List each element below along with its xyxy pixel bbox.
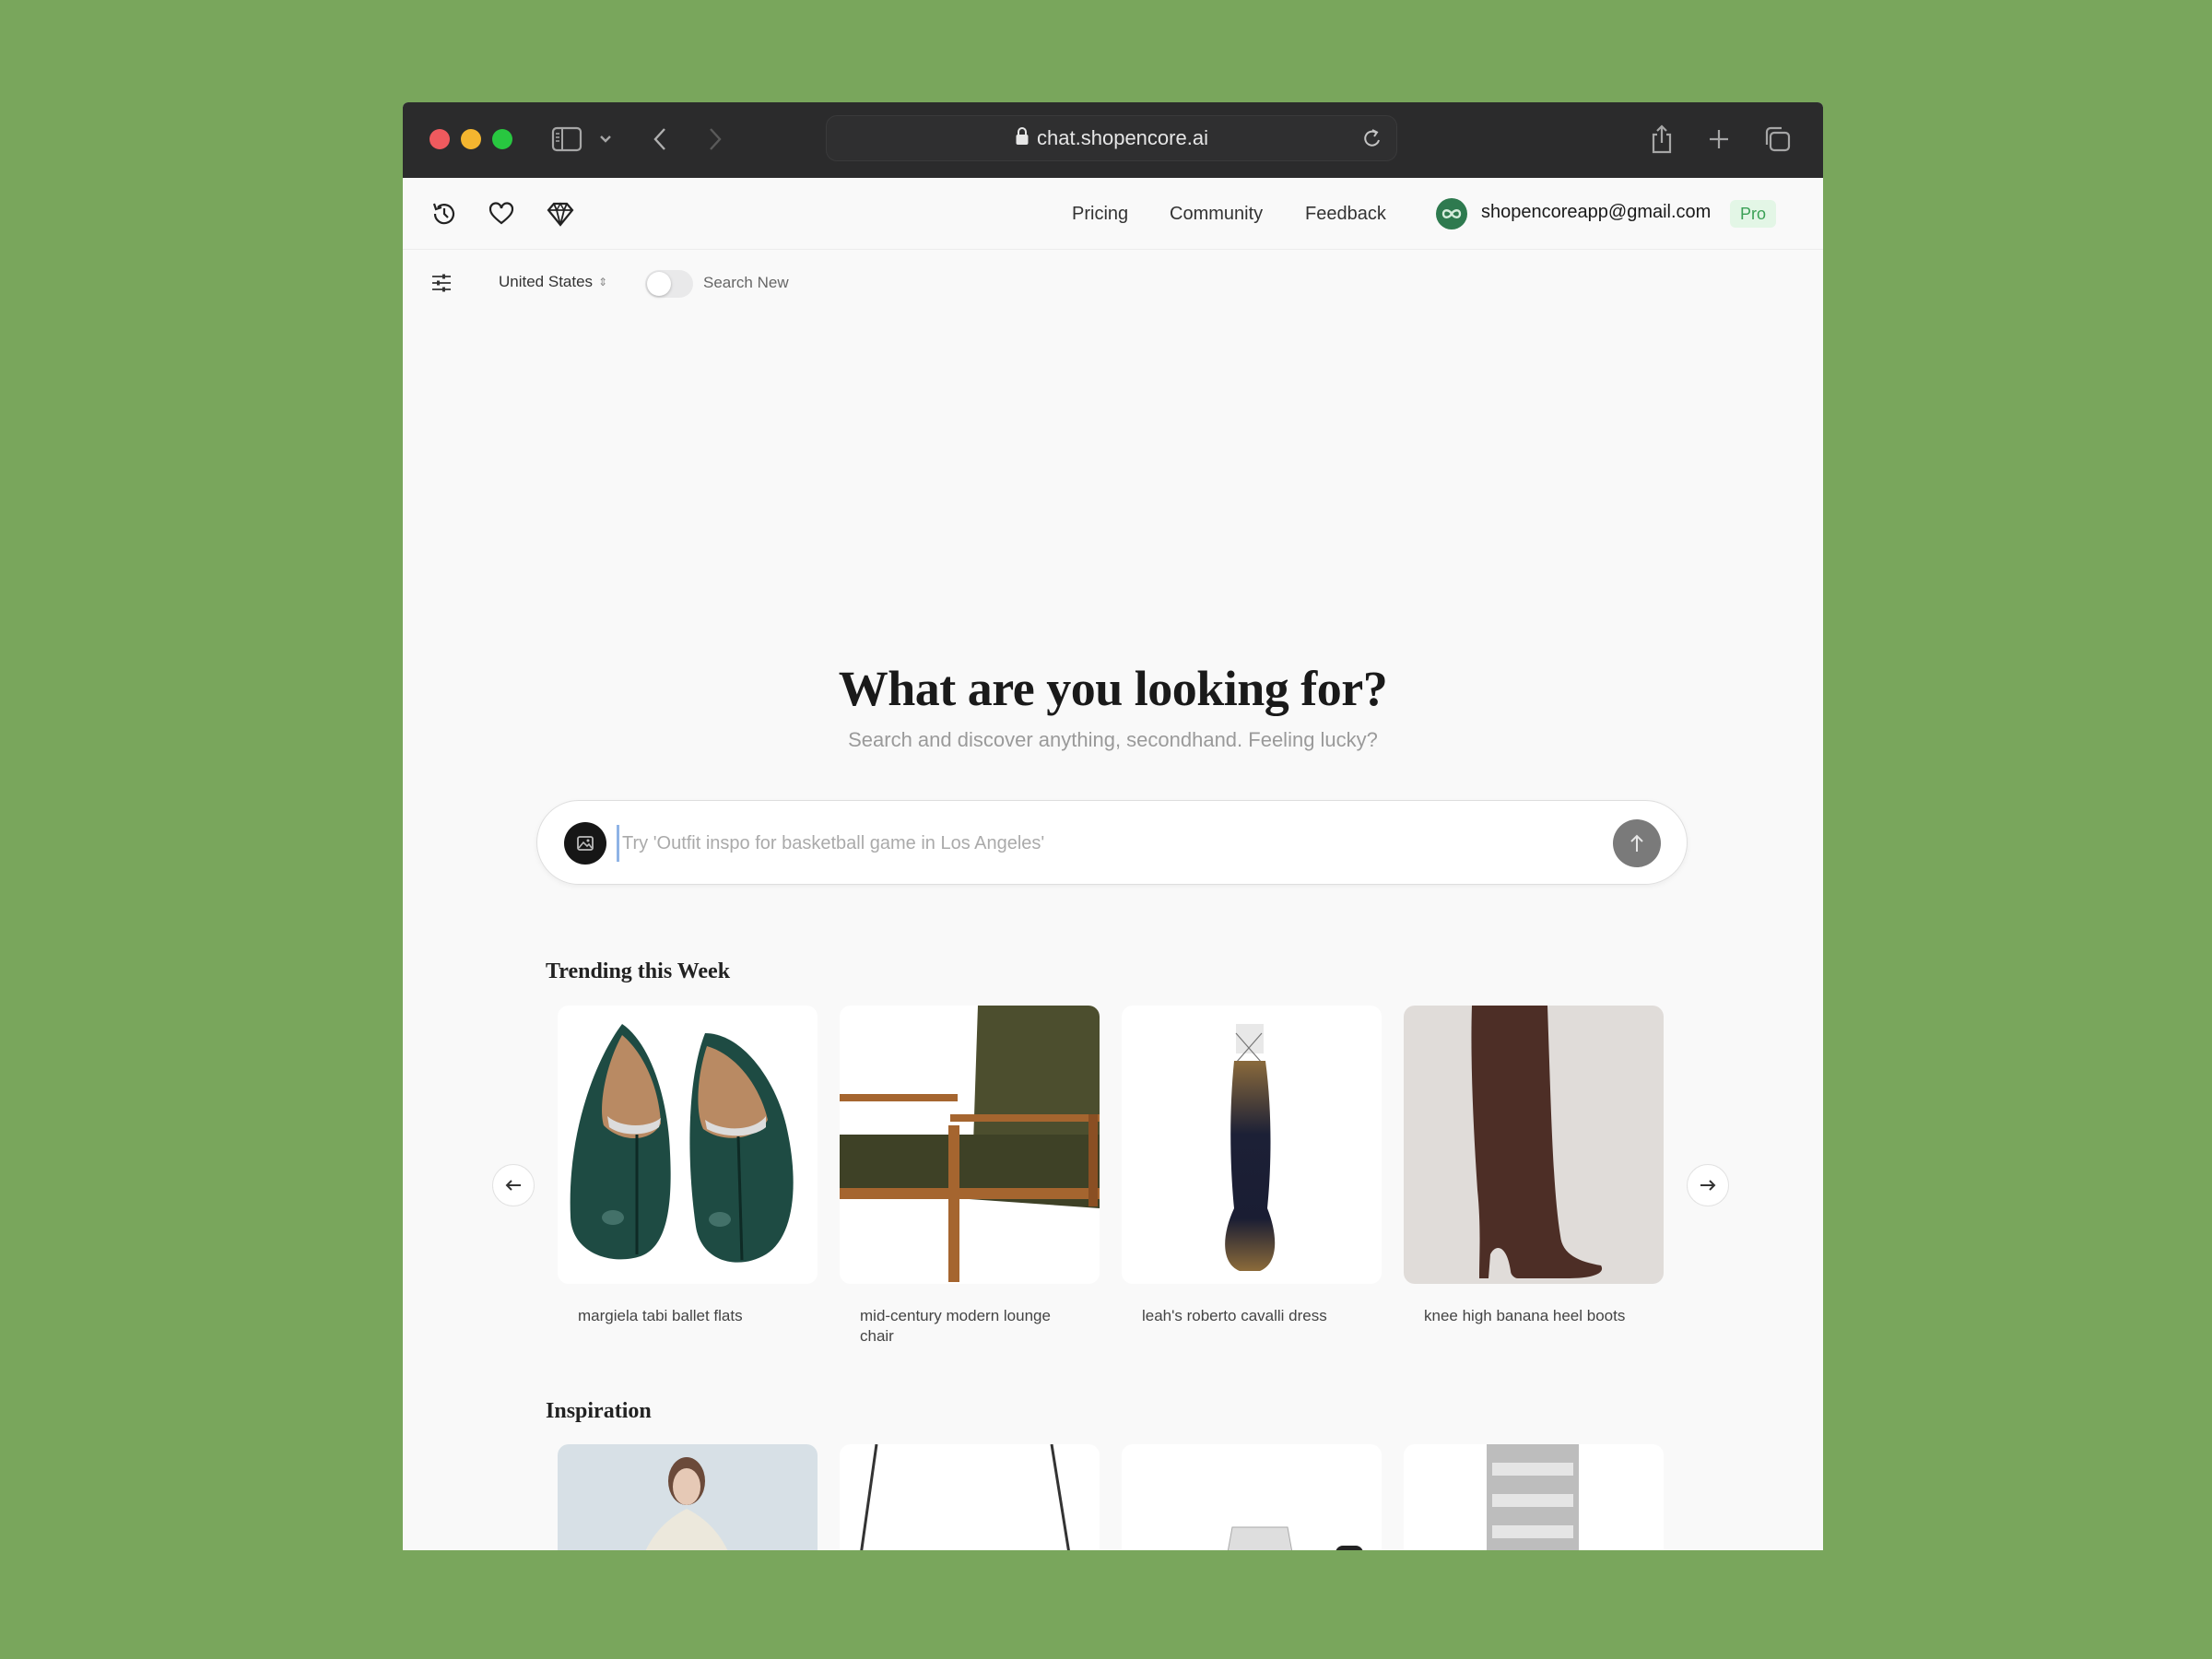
arrow-up-icon [1630, 834, 1643, 852]
pro-badge: Pro [1730, 200, 1777, 228]
country-value: United States [499, 273, 594, 290]
trending-label: margiela tabi ballet flats [578, 1307, 743, 1324]
nav-feedback-link[interactable]: Feedback [1305, 204, 1386, 225]
inspiration-card[interactable] [1404, 1444, 1664, 1550]
product-image [1404, 1006, 1664, 1284]
inspiration-image [645, 1457, 728, 1550]
app-header: Pricing Community Feedback shopencoreapp… [403, 178, 1823, 250]
product-image [1122, 1006, 1382, 1284]
page-title: What are you looking for? [838, 661, 1388, 716]
product-image [558, 1006, 818, 1284]
lock-icon [1015, 126, 1030, 151]
search-bar [536, 800, 1688, 885]
search-new-toggle[interactable] [645, 270, 693, 298]
trending-label: knee high banana heel boots [1424, 1307, 1626, 1324]
product-image [840, 1006, 1100, 1284]
browser-toolbar: chat.shopencore.ai [403, 102, 1823, 178]
inspiration-section-title: Inspiration [546, 1399, 652, 1423]
toggle-knob [647, 272, 671, 296]
infinity-icon [1441, 209, 1462, 218]
forward-icon[interactable] [701, 121, 729, 158]
search-new-label: Search New [703, 274, 789, 291]
filters-row: United States ⇕ Search New [403, 250, 1823, 314]
submit-search-button[interactable] [1613, 819, 1661, 867]
image-upload-button[interactable] [564, 822, 606, 865]
tabs-overview-icon[interactable] [1760, 121, 1794, 158]
trending-card[interactable]: leah's roberto cavalli dress [1122, 1006, 1382, 1326]
search-input[interactable] [617, 825, 1584, 862]
arrow-right-icon [1700, 1180, 1716, 1191]
maximize-window-button[interactable] [492, 129, 512, 149]
trending-card[interactable]: mid-century modern lounge chair [840, 1006, 1100, 1347]
inspiration-card[interactable] [558, 1444, 818, 1550]
inspiration-image: PENTAX [1227, 1526, 1363, 1550]
page-subtitle: Search and discover anything, secondhand… [848, 728, 1378, 751]
image-icon [577, 836, 594, 851]
trending-label: leah's roberto cavalli dress [1142, 1307, 1327, 1324]
url-text: chat.shopencore.ai [1037, 126, 1208, 149]
country-select[interactable]: United States ⇕ [499, 273, 607, 291]
filter-settings-icon[interactable] [430, 272, 453, 294]
new-tab-icon[interactable] [1703, 121, 1735, 158]
minimize-window-button[interactable] [461, 129, 481, 149]
trending-card[interactable]: margiela tabi ballet flats [558, 1006, 818, 1326]
avatar[interactable] [1436, 198, 1467, 229]
trending-label: mid-century modern lounge chair [860, 1307, 1051, 1345]
trending-section-title: Trending this Week [546, 959, 731, 983]
nav-community-link[interactable]: Community [1170, 204, 1263, 225]
inspiration-card[interactable] [840, 1444, 1100, 1550]
browser-window: chat.shopencore.ai Pricing Community Fee… [403, 102, 1823, 1550]
carousel-next-button[interactable] [1687, 1164, 1729, 1206]
chevron-up-down-icon: ⇕ [598, 276, 608, 288]
inspiration-image [1487, 1444, 1579, 1550]
inspiration-card[interactable]: PENTAX [1122, 1444, 1382, 1550]
sidebar-toggle-icon[interactable] [550, 121, 583, 158]
carousel-prev-button[interactable] [492, 1164, 535, 1206]
back-icon[interactable] [646, 121, 674, 158]
address-bar[interactable]: chat.shopencore.ai [826, 115, 1397, 161]
heart-icon[interactable] [486, 198, 517, 229]
arrow-left-icon [505, 1180, 521, 1191]
share-icon[interactable] [1646, 121, 1677, 158]
nav-pricing-link[interactable]: Pricing [1072, 204, 1128, 225]
gem-icon[interactable] [545, 198, 576, 229]
history-icon[interactable] [429, 198, 460, 229]
reload-icon[interactable] [1361, 127, 1383, 156]
inspiration-image [860, 1444, 1070, 1550]
chevron-down-icon[interactable] [598, 121, 613, 158]
trending-card[interactable]: knee high banana heel boots [1404, 1006, 1664, 1326]
close-window-button[interactable] [429, 129, 450, 149]
account-email[interactable]: shopencoreapp@gmail.com [1481, 202, 1711, 223]
